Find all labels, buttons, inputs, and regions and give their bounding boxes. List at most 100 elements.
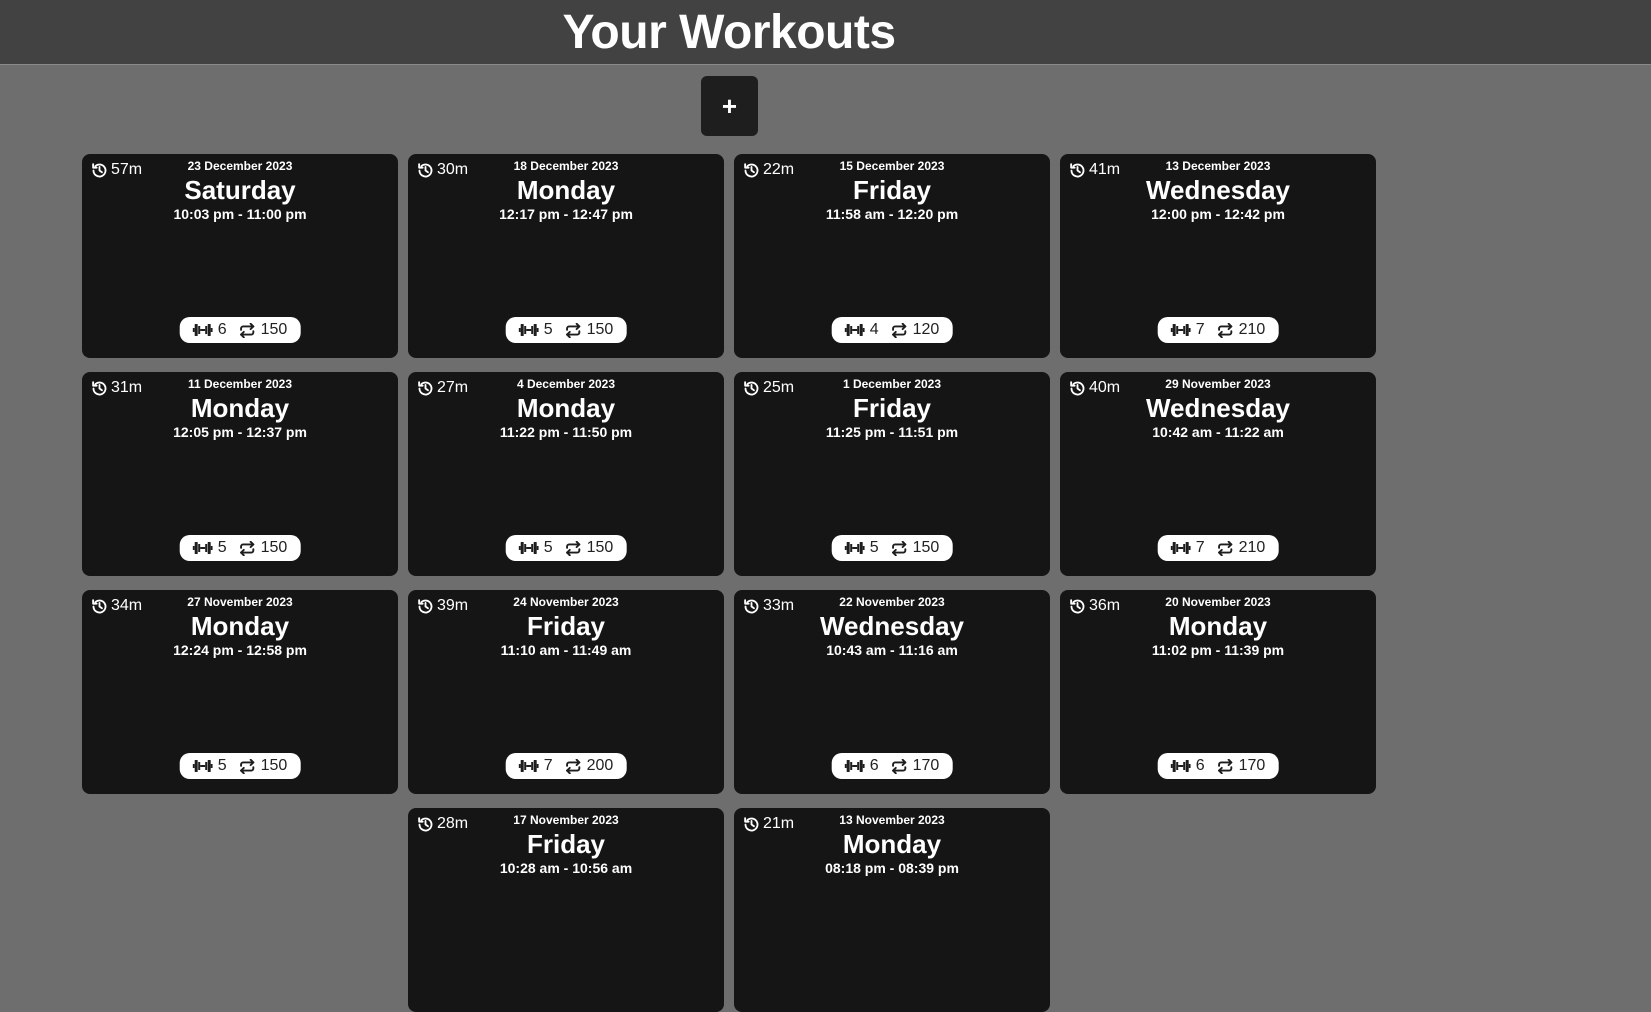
card-header: 29 November 2023 Wednesday 10:42 am - 11… xyxy=(1060,377,1376,440)
exercise-count-value: 7 xyxy=(1195,539,1205,556)
stats-pill: 7 210 xyxy=(1157,317,1279,343)
app-header: Your Workouts xyxy=(0,0,1651,65)
workout-time-range: 12:00 pm - 12:42 pm xyxy=(1151,206,1285,222)
rep-count-value: 210 xyxy=(1238,321,1266,338)
stats-pill: 6 150 xyxy=(179,317,301,343)
workout-card[interactable]: 39m 24 November 2023 Friday 11:10 am - 1… xyxy=(408,590,724,794)
stats-pill: 6 170 xyxy=(1157,753,1279,779)
workout-time-range: 11:02 pm - 11:39 pm xyxy=(1151,642,1285,658)
exercise-count: 5 xyxy=(518,321,553,339)
exercise-count-value: 4 xyxy=(869,321,879,338)
rep-count-value: 150 xyxy=(912,539,940,556)
exercise-count-value: 7 xyxy=(1195,321,1205,338)
repeat-icon xyxy=(565,540,582,556)
card-header: 13 December 2023 Wednesday 12:00 pm - 12… xyxy=(1060,159,1376,222)
repeat-icon xyxy=(1217,540,1234,556)
workout-card[interactable]: 31m 11 December 2023 Monday 12:05 pm - 1… xyxy=(82,372,398,576)
exercise-count: 6 xyxy=(192,321,227,339)
workout-weekday: Monday xyxy=(190,393,290,423)
stats-pill: 6 170 xyxy=(831,753,953,779)
workout-time-range: 11:22 pm - 11:50 pm xyxy=(499,424,633,440)
repeat-icon xyxy=(1217,322,1234,338)
workout-weekday: Friday xyxy=(526,611,606,641)
rep-count: 150 xyxy=(891,539,940,557)
workout-card[interactable]: 36m 20 November 2023 Monday 11:02 pm - 1… xyxy=(1060,590,1376,794)
rep-count-value: 150 xyxy=(260,539,288,556)
repeat-icon xyxy=(1217,758,1234,774)
workout-date: 13 December 2023 xyxy=(1165,159,1271,173)
rep-count: 150 xyxy=(565,539,614,557)
exercise-count-value: 6 xyxy=(1195,757,1205,774)
card-header: 1 December 2023 Friday 11:25 pm - 11:51 … xyxy=(734,377,1050,440)
stats-pill: 5 150 xyxy=(831,535,953,561)
workout-weekday: Friday xyxy=(852,393,932,423)
rep-count-value: 120 xyxy=(912,321,940,338)
workout-card[interactable]: 25m 1 December 2023 Friday 11:25 pm - 11… xyxy=(734,372,1050,576)
workout-date: 22 November 2023 xyxy=(839,595,945,609)
page-title: Your Workouts xyxy=(562,6,896,59)
workout-date: 18 December 2023 xyxy=(513,159,619,173)
exercise-count: 5 xyxy=(518,539,553,557)
stats-pill: 5 150 xyxy=(179,535,301,561)
rep-count-value: 170 xyxy=(912,757,940,774)
workout-card[interactable]: 34m 27 November 2023 Monday 12:24 pm - 1… xyxy=(82,590,398,794)
dumbbell-icon xyxy=(518,759,539,773)
workout-time-range: 10:28 am - 10:56 am xyxy=(499,860,633,876)
workout-weekday: Monday xyxy=(516,175,616,205)
repeat-icon xyxy=(239,322,256,338)
workout-grid: 57m 23 December 2023 Saturday 10:03 pm -… xyxy=(82,154,1377,1012)
workout-time-range: 08:18 pm - 08:39 pm xyxy=(825,860,959,876)
exercise-count: 4 xyxy=(844,321,879,339)
workout-date: 4 December 2023 xyxy=(516,377,616,391)
workout-date: 29 November 2023 xyxy=(1165,377,1271,391)
workout-card[interactable]: 28m 17 November 2023 Friday 10:28 am - 1… xyxy=(408,808,724,1012)
rep-count: 210 xyxy=(1217,539,1266,557)
rep-count: 210 xyxy=(1217,321,1266,339)
dumbbell-icon xyxy=(192,759,213,773)
workout-date: 13 November 2023 xyxy=(839,813,945,827)
repeat-icon xyxy=(565,322,582,338)
dumbbell-icon xyxy=(518,323,539,337)
workout-weekday: Monday xyxy=(1168,611,1268,641)
repeat-icon xyxy=(891,540,908,556)
workout-card[interactable]: 41m 13 December 2023 Wednesday 12:00 pm … xyxy=(1060,154,1376,358)
add-workout-button[interactable]: + xyxy=(701,76,758,136)
workout-weekday: Monday xyxy=(842,829,942,859)
dumbbell-icon xyxy=(844,323,865,337)
workout-card[interactable]: 33m 22 November 2023 Wednesday 10:43 am … xyxy=(734,590,1050,794)
workout-card[interactable]: 27m 4 December 2023 Monday 11:22 pm - 11… xyxy=(408,372,724,576)
rep-count-value: 210 xyxy=(1238,539,1266,556)
workout-card[interactable]: 57m 23 December 2023 Saturday 10:03 pm -… xyxy=(82,154,398,358)
workout-card[interactable]: 22m 15 December 2023 Friday 11:58 am - 1… xyxy=(734,154,1050,358)
workout-weekday: Monday xyxy=(190,611,290,641)
rep-count-value: 170 xyxy=(1238,757,1266,774)
exercise-count: 7 xyxy=(1170,321,1205,339)
card-header: 22 November 2023 Wednesday 10:43 am - 11… xyxy=(734,595,1050,658)
workout-card[interactable]: 21m 13 November 2023 Monday 08:18 pm - 0… xyxy=(734,808,1050,1012)
stats-pill: 7 210 xyxy=(1157,535,1279,561)
exercise-count-value: 5 xyxy=(217,539,227,556)
workout-time-range: 11:10 am - 11:49 am xyxy=(500,642,632,658)
workout-card[interactable]: 30m 18 December 2023 Monday 12:17 pm - 1… xyxy=(408,154,724,358)
rep-count-value: 150 xyxy=(586,539,614,556)
exercise-count-value: 6 xyxy=(869,757,879,774)
card-header: 4 December 2023 Monday 11:22 pm - 11:50 … xyxy=(408,377,724,440)
dumbbell-icon xyxy=(844,759,865,773)
dumbbell-icon xyxy=(844,541,865,555)
exercise-count: 5 xyxy=(844,539,879,557)
workout-time-range: 11:25 pm - 11:51 pm xyxy=(825,424,959,440)
workout-card[interactable]: 40m 29 November 2023 Wednesday 10:42 am … xyxy=(1060,372,1376,576)
workout-time-range: 12:17 pm - 12:47 pm xyxy=(499,206,633,222)
workout-time-range: 10:42 am - 11:22 am xyxy=(1152,424,1284,440)
stats-pill: 7 200 xyxy=(505,753,627,779)
workout-weekday: Wednesday xyxy=(819,611,964,641)
exercise-count: 7 xyxy=(518,757,553,775)
rep-count: 200 xyxy=(565,757,613,775)
exercise-count: 6 xyxy=(1170,757,1205,775)
workout-weekday: Monday xyxy=(516,393,616,423)
workout-weekday: Wednesday xyxy=(1145,175,1290,205)
dumbbell-icon xyxy=(192,323,213,337)
rep-count: 150 xyxy=(239,321,288,339)
rep-count-value: 150 xyxy=(586,321,614,338)
rep-count-value: 150 xyxy=(260,321,288,338)
